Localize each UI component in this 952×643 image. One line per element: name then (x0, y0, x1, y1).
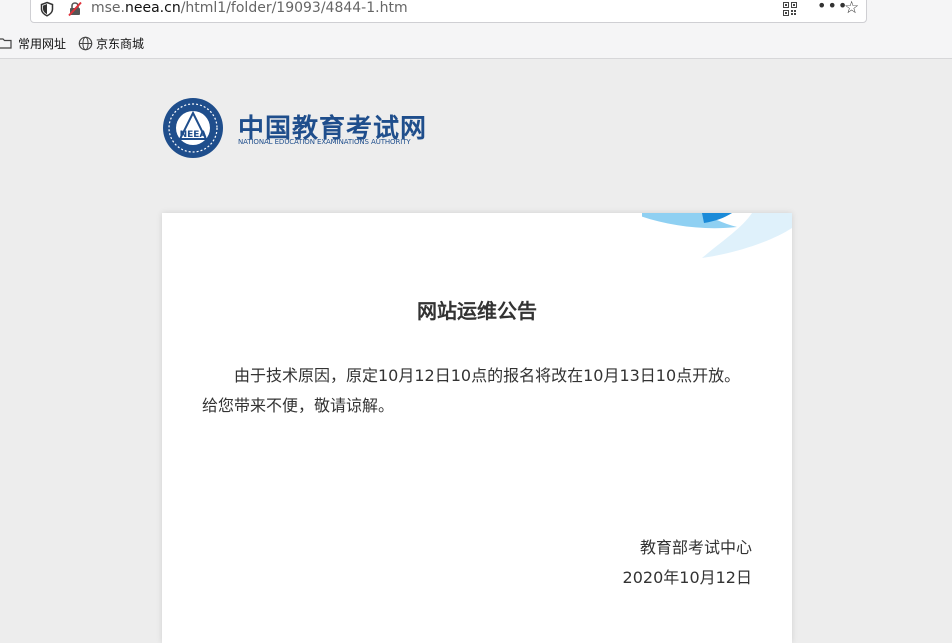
corner-decoration (642, 213, 792, 258)
url-path: /html1/folder/19093/4844-1.htm (180, 0, 408, 16)
url-bar[interactable]: mse.neea.cn/html1/folder/19093/4844-1.ht… (30, 0, 867, 23)
globe-icon (78, 36, 93, 51)
bookmark-folder-common[interactable]: 常用网址 (0, 34, 80, 52)
site-subtitle: NATIONAL EDUCATION EXAMINATIONS AUTHORIT… (238, 138, 411, 146)
url-domain: neea.cn (125, 0, 181, 16)
site-logo[interactable]: NEEA 中国教育考试网 NATIONAL EDUCATION EXAMINAT… (162, 97, 426, 159)
bookmark-label: 京东商城 (96, 37, 145, 51)
signature-organization: 教育部考试中心 (639, 538, 752, 557)
bookmark-jd[interactable]: 京东商城 (78, 34, 158, 52)
notice-signature: 教育部考试中心 2020年10月12日 (623, 533, 752, 593)
notice-body: 由于技术原因，原定10月12日10点的报名将改在10月13日10点开放。给您带来… (202, 366, 741, 415)
url-prefix: mse. (91, 0, 125, 16)
qr-code-icon[interactable] (783, 2, 797, 16)
neea-emblem-icon: NEEA (163, 98, 223, 158)
browser-chrome: mse.neea.cn/html1/folder/19093/4844-1.ht… (0, 0, 952, 59)
url-text[interactable]: mse.neea.cn/html1/folder/19093/4844-1.ht… (91, 0, 408, 16)
insecure-lock-icon[interactable] (67, 1, 83, 17)
shield-icon[interactable] (39, 1, 55, 17)
star-icon[interactable]: ☆ (844, 0, 859, 18)
folder-icon (0, 38, 12, 49)
notice-title: 网站运维公告 (417, 299, 537, 323)
bookmarks-toolbar: 常用网址 京东商城 (0, 32, 952, 54)
notice-card: 网站运维公告 由于技术原因，原定10月12日10点的报名将改在10月13日10点… (162, 213, 792, 643)
bookmark-label: 常用网址 (18, 37, 67, 51)
signature-date: 2020年10月12日 (622, 568, 752, 587)
emblem-text: NEEA (180, 130, 207, 140)
